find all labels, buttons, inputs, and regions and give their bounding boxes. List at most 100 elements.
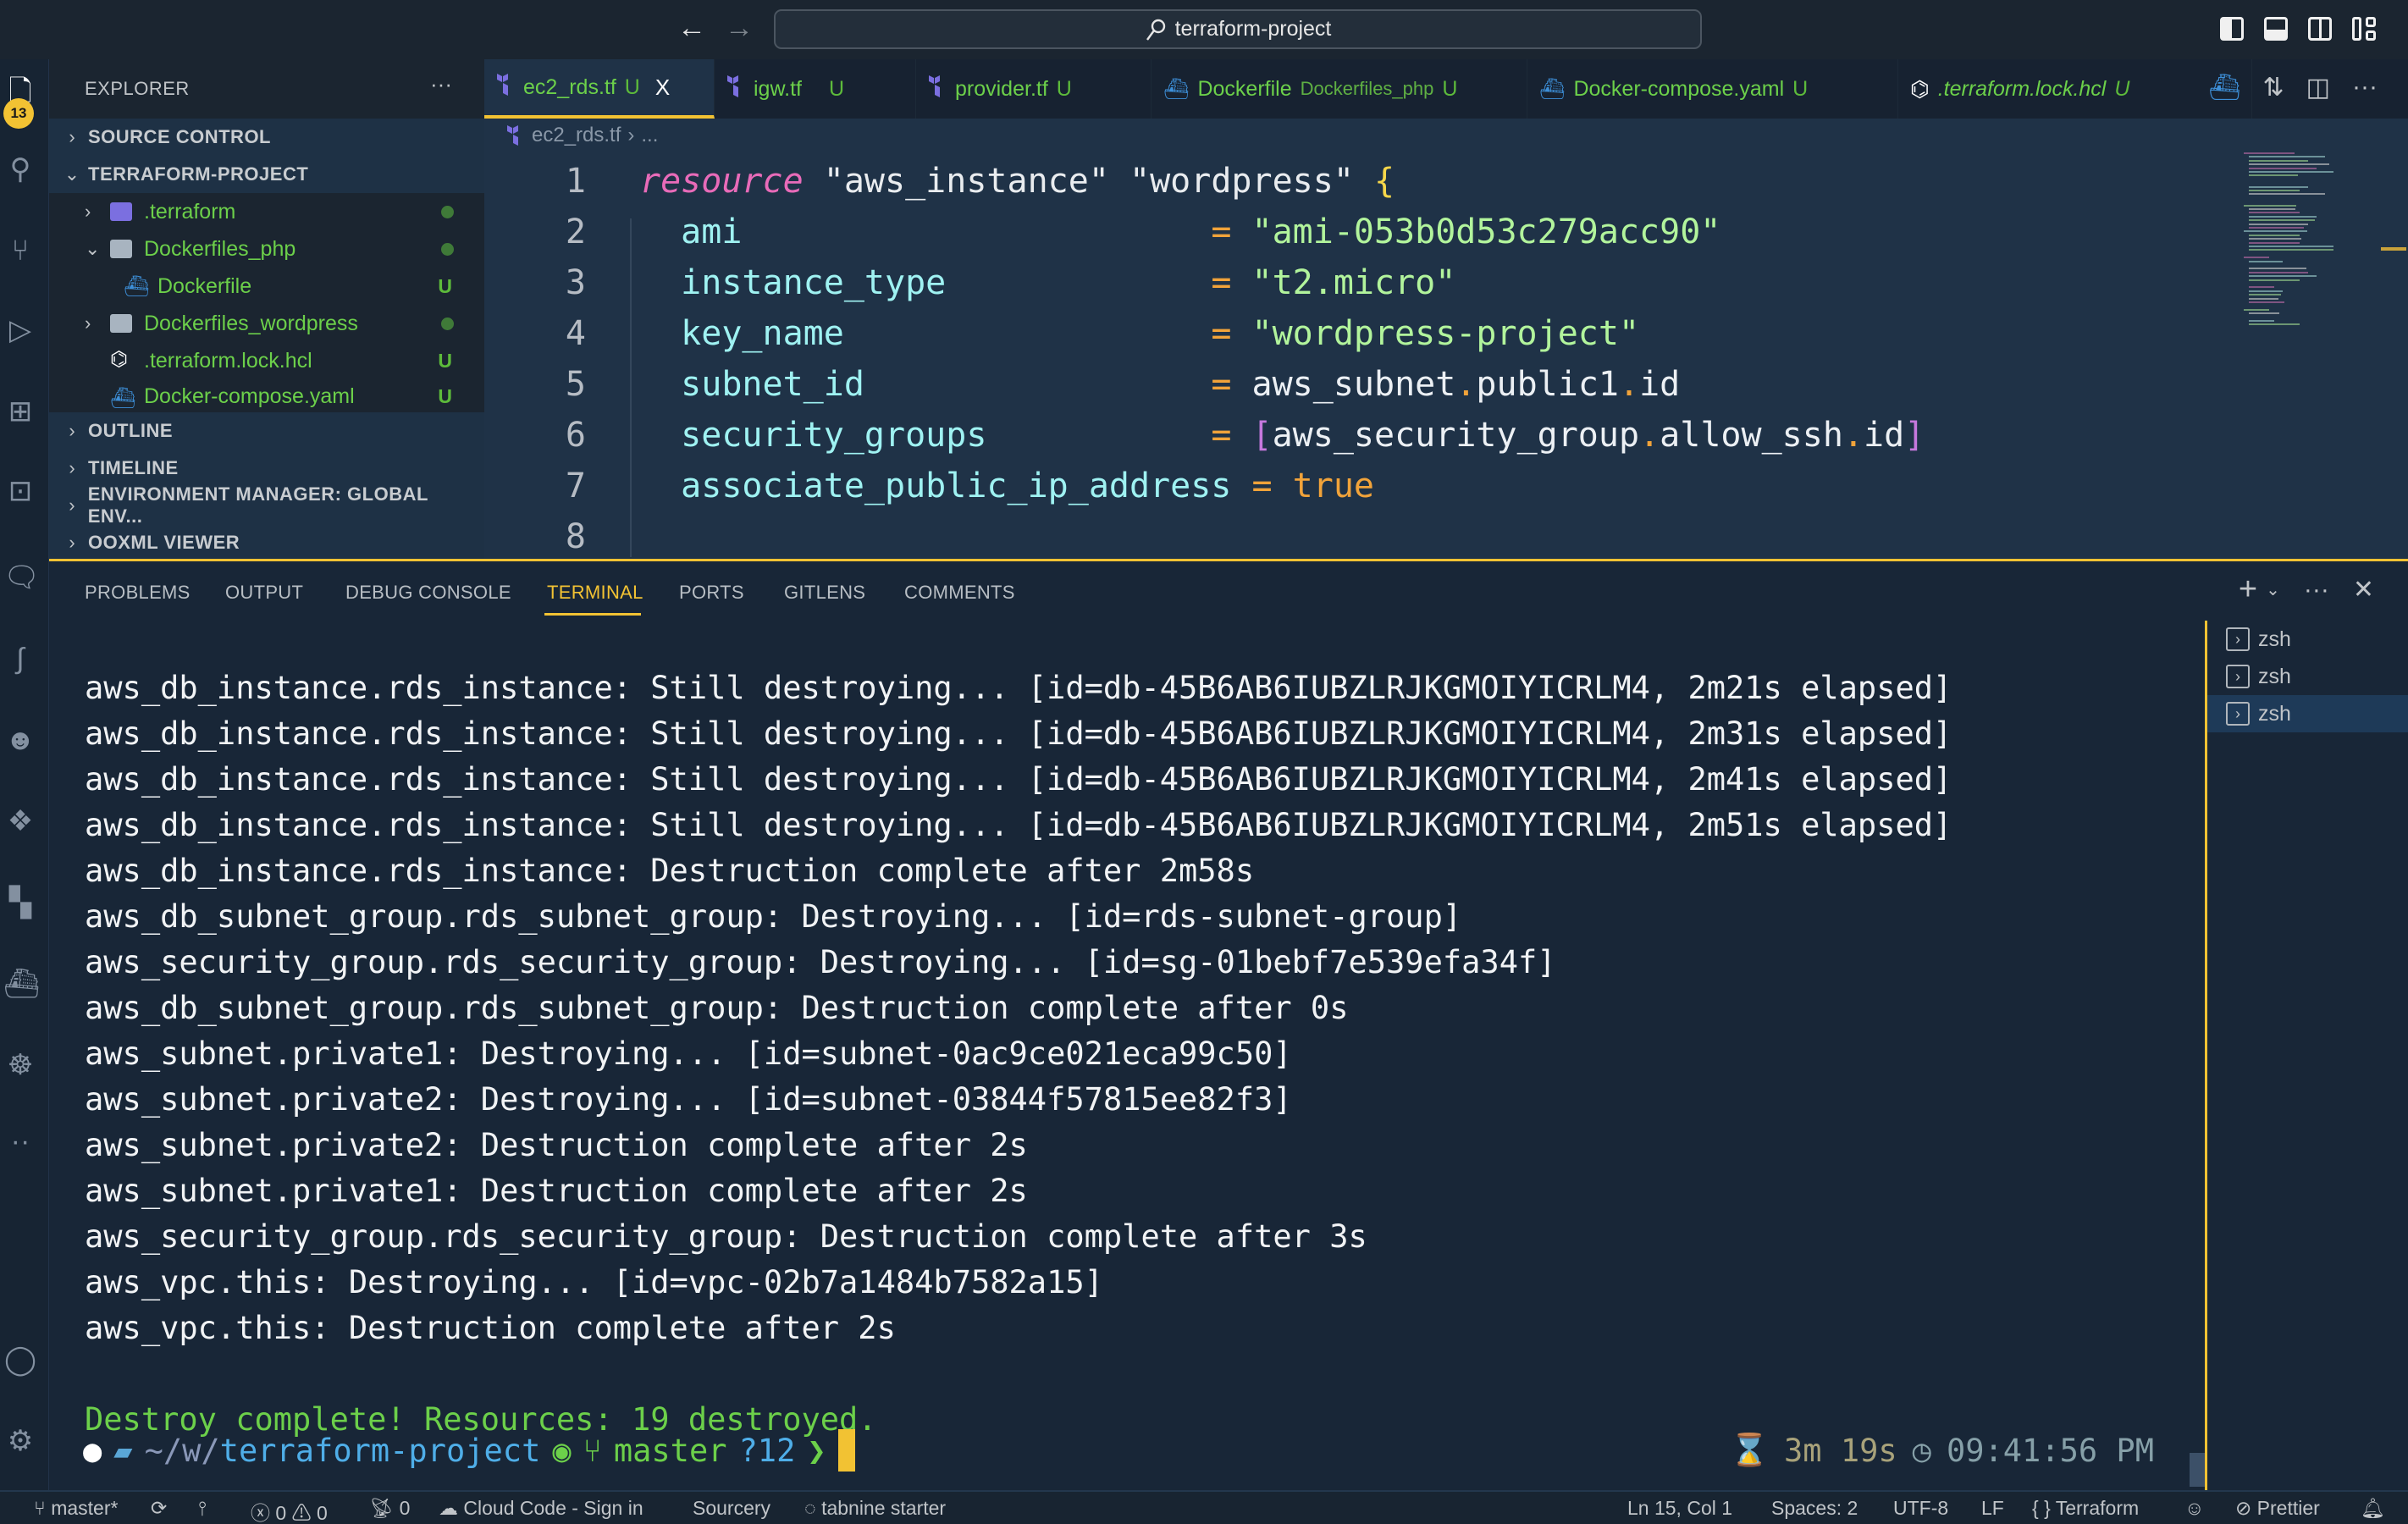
search-icon (1146, 19, 1165, 41)
tabnine-status[interactable]: ◌ tabnine starter (804, 1497, 946, 1520)
minimap[interactable] (2244, 152, 2345, 330)
minimap-line (2249, 297, 2278, 300)
sync-icon[interactable]: ⟳ (151, 1497, 167, 1520)
section-terraform-project[interactable]: ⌄ TERRAFORM-PROJECT (49, 156, 484, 193)
chevron-right-icon: › (69, 532, 75, 553)
tree-item[interactable]: ⛴ Dockerfile U (49, 268, 484, 305)
arrow-left-icon[interactable]: ← (677, 12, 706, 45)
attribute-token: key_name (681, 314, 844, 353)
panel-tab-terminal[interactable]: TERMINAL (547, 582, 643, 604)
tree-item[interactable]: ⛴ Docker-compose.yaml U (49, 379, 484, 413)
run-debug-icon[interactable]: ▷ (3, 313, 37, 347)
tab-igw-tf[interactable]: igw.tf U (715, 59, 916, 119)
cloud-code-status[interactable]: ☁ Cloud Code - Sign in (439, 1497, 643, 1520)
chevron-down-icon[interactable]: ⌄ (2266, 579, 2280, 600)
toggle-panel-icon[interactable] (2264, 17, 2288, 41)
terminal-scrollbar[interactable] (2190, 1453, 2205, 1487)
close-icon[interactable]: ✕ (2353, 575, 2374, 605)
terraform-file-icon (726, 75, 745, 104)
tree-item[interactable]: ⌄ Dockerfiles_php (49, 230, 484, 268)
ports-status[interactable]: 📡︎ 0 (369, 1497, 410, 1520)
section-ooxml-viewer[interactable]: › OOXML VIEWER (49, 524, 484, 561)
search-icon[interactable]: ⚲ (3, 152, 37, 186)
tab-dockerfile[interactable]: ⛴ Dockerfile Dockerfiles_php U (1152, 59, 1527, 119)
operator-token: = (1211, 365, 1252, 404)
problems-status[interactable]: ⓧ 0 ⚠ 0 (251, 1497, 328, 1524)
new-terminal-icon[interactable]: + (2239, 572, 2257, 608)
more-icon[interactable]: ·· (3, 1124, 37, 1158)
arrow-right-icon[interactable]: → (725, 12, 754, 45)
chat-icon[interactable]: 🗨 (3, 560, 40, 594)
terminal-line: aws_db_instance.rds_instance: Still dest… (85, 807, 1952, 843)
minimap-line (2249, 323, 2300, 326)
docker-icon[interactable]: ⛴ (2208, 73, 2240, 102)
notifications-bell-icon[interactable]: 🔔︎ (2361, 1497, 2385, 1520)
apple-icon: ● (83, 1432, 102, 1469)
code-editor[interactable]: ec2_rds.tf › ... 1 resource "aws_instance… (484, 119, 2408, 559)
command-center-search[interactable]: terraform-project (774, 9, 1702, 49)
panel-tab-comments[interactable]: COMMENTS (904, 582, 1015, 604)
terraform-icon[interactable]: ▚ (3, 886, 37, 919)
panel-tab-ports[interactable]: PORTS (679, 582, 744, 604)
terminal-icon: › (2226, 665, 2250, 688)
toggle-secondary-sidebar-icon[interactable] (2308, 17, 2332, 41)
tab-provider-tf[interactable]: provider.tf U (916, 59, 1152, 119)
more-actions-icon[interactable]: ··· (430, 71, 452, 97)
customize-layout-icon[interactable] (2352, 17, 2378, 41)
copilot-icon[interactable]: ☻ (3, 723, 37, 757)
close-tab-icon[interactable]: X (655, 75, 670, 101)
docker-icon[interactable]: ⛴ (3, 967, 40, 1001)
terminal-instance[interactable]: › zsh (2207, 695, 2408, 732)
remote-explorer-icon[interactable]: ⊡ (3, 474, 37, 508)
breadcrumb-symbol[interactable]: ... (641, 124, 658, 147)
section-timeline[interactable]: › TIMELINE (49, 450, 484, 487)
panel-tab-gitlens[interactable]: GITLENS (784, 582, 865, 604)
tab-ec2-rds-tf[interactable]: ec2_rds.tf U X (484, 59, 715, 119)
account-icon[interactable]: ◯ (3, 1343, 37, 1377)
minimap-line (2249, 271, 2308, 273)
panel-tab-problems[interactable]: PROBLEMS (85, 582, 191, 604)
section-outline[interactable]: › OUTLINE (49, 412, 484, 450)
tree-item[interactable]: › .terraform (49, 193, 484, 230)
bracket-token: [ (1251, 416, 1273, 455)
copilot-icon[interactable]: ☺ (2184, 1497, 2204, 1520)
panel-tab-debug-console[interactable]: DEBUG CONSOLE (345, 582, 511, 604)
kubernetes-icon[interactable]: ☸ (3, 1048, 37, 1082)
more-actions-icon[interactable]: ··· (2352, 73, 2378, 102)
git-branch-status[interactable]: ⑂ master* (34, 1497, 118, 1520)
breadcrumb-file[interactable]: ec2_rds.tf (532, 124, 621, 147)
indentation[interactable]: Spaces: 2 (1771, 1497, 1858, 1520)
settings-gear-icon[interactable]: ⚙ (3, 1424, 37, 1458)
sourcery-status[interactable]: Sourcery (693, 1497, 770, 1520)
compare-changes-icon[interactable]: ⇅ (2263, 73, 2284, 102)
cursor-position[interactable]: Ln 15, Col 1 (1627, 1497, 1732, 1520)
more-actions-icon[interactable]: ··· (2304, 576, 2329, 605)
encoding[interactable]: UTF-8 (1893, 1497, 1948, 1520)
terminal-instance[interactable]: › zsh (2207, 621, 2408, 658)
operator-token: = (1211, 314, 1252, 353)
section-environment-manager[interactable]: › ENVIRONMENT MANAGER: GLOBAL ENV... (49, 483, 484, 527)
tab-terraform-lock-hcl[interactable]: ⌬ .terraform.lock.hcl U (1898, 59, 2252, 119)
tab-docker-compose-yaml[interactable]: ⛴ Docker-compose.yaml U (1527, 59, 1898, 119)
dot-token: . (1455, 365, 1477, 404)
extensions-icon[interactable]: ⊞ (3, 395, 37, 428)
terminal-name: zsh (2258, 627, 2291, 651)
minimap-line (2249, 185, 2308, 188)
prettier-status[interactable]: ⊘ Prettier (2235, 1497, 2320, 1520)
tree-item[interactable]: › Dockerfiles_wordpress (49, 305, 484, 342)
git-graph-icon[interactable]: ⫯ (198, 1497, 207, 1520)
toggle-sidebar-icon[interactable] (2220, 17, 2244, 41)
reference-token: aws_security_group (1272, 416, 1640, 455)
dropbox-icon[interactable]: ❖ (3, 804, 37, 838)
source-control-icon[interactable]: ⑂ (3, 234, 37, 268)
python-icon[interactable]: ∫ (3, 642, 37, 676)
split-editor-icon[interactable]: ◫ (2306, 73, 2330, 102)
tree-item[interactable]: ⌬ .terraform.lock.hcl U (49, 342, 484, 379)
panel-tab-output[interactable]: OUTPUT (225, 582, 303, 604)
language-mode[interactable]: { } Terraform (2032, 1497, 2139, 1520)
minimap-scroll-marker (2381, 247, 2406, 251)
terminal-instance[interactable]: › zsh (2207, 658, 2408, 695)
tab-label: .terraform.lock.hcl (1937, 76, 2107, 101)
section-source-control[interactable]: › SOURCE CONTROL (49, 119, 484, 156)
end-of-line[interactable]: LF (1981, 1497, 2004, 1520)
